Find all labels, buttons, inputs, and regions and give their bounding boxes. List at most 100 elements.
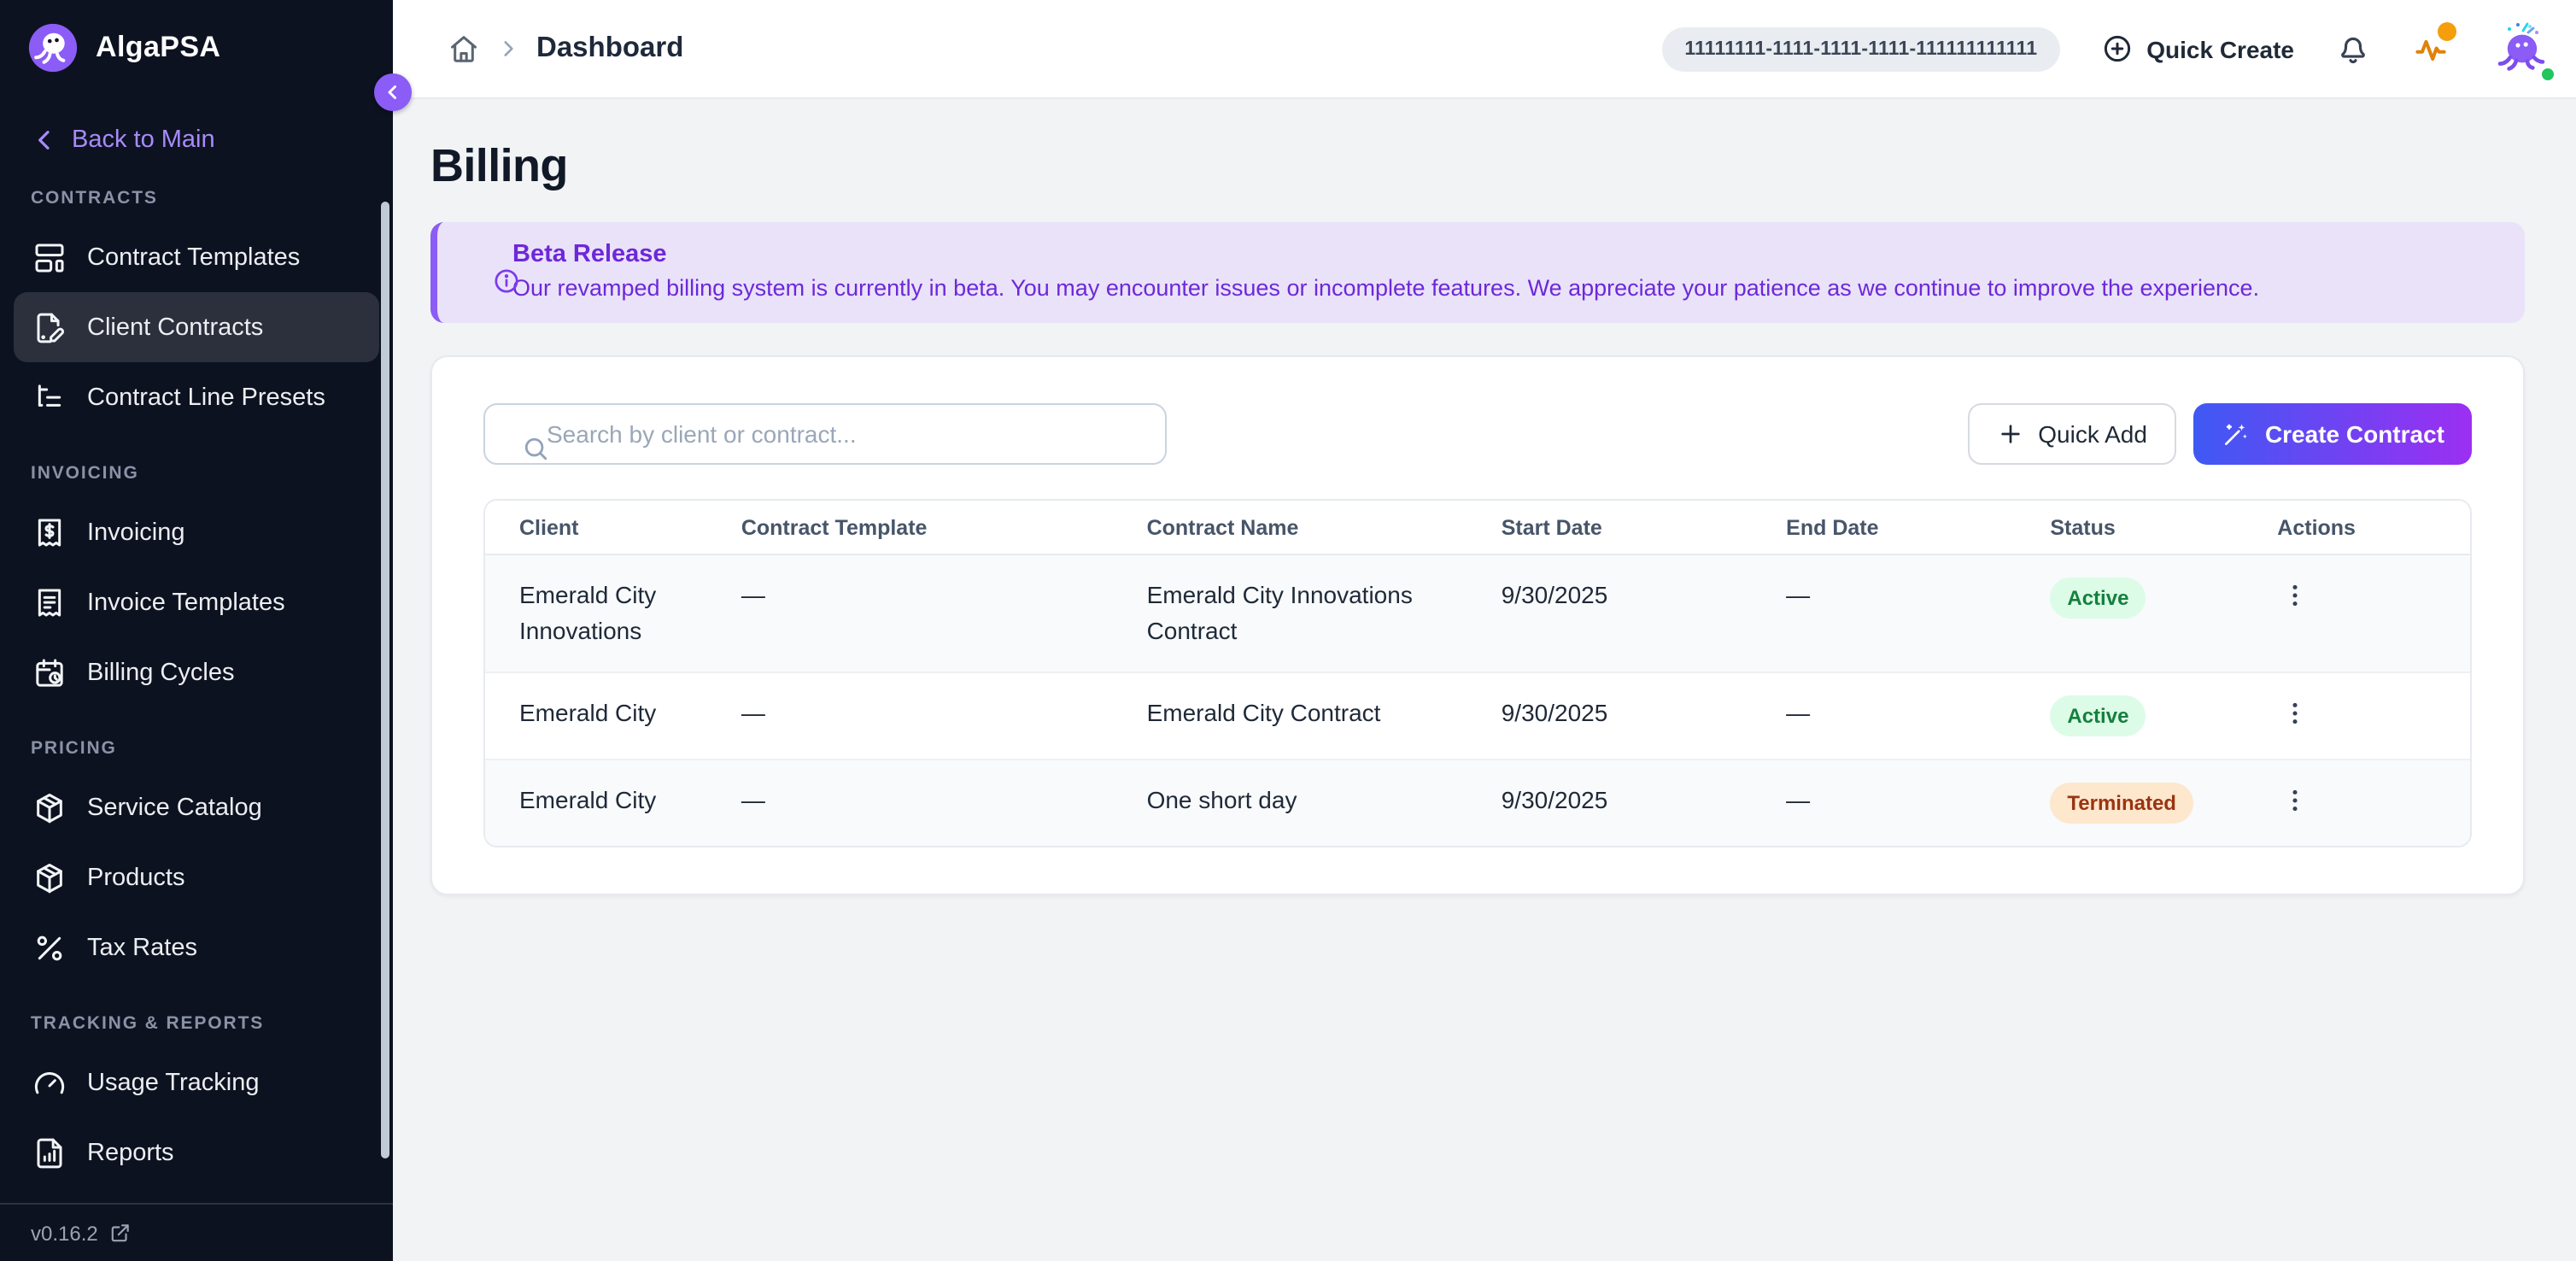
- status-badge: Active: [2050, 578, 2146, 619]
- search-input[interactable]: [483, 403, 1167, 465]
- cell-start-date: 9/30/2025: [1467, 554, 1752, 672]
- sidebar-item-products[interactable]: Products: [14, 842, 379, 912]
- home-icon[interactable]: [448, 32, 480, 65]
- beta-release-banner: Beta Release Our revamped billing system…: [430, 222, 2525, 323]
- cell-actions: [2243, 672, 2470, 760]
- sidebar-section-pricing: PRICING Service Catalog Products Tax Rates: [0, 738, 393, 982]
- section-label: TRACKING & REPORTS: [31, 1013, 362, 1034]
- sidebar-item-billing-cycles[interactable]: Billing Cycles: [14, 637, 379, 707]
- sidebar-item-client-contracts[interactable]: Client Contracts: [14, 292, 379, 362]
- sidebar-item-label: Tax Rates: [87, 934, 197, 961]
- quick-add-button[interactable]: Quick Add: [1968, 403, 2176, 465]
- activity-button[interactable]: [2412, 30, 2450, 67]
- column-header-actions: Actions: [2243, 501, 2470, 554]
- percent-icon: [32, 930, 67, 965]
- cell-contract-name: One short day: [1113, 760, 1467, 846]
- status-badge: Active: [2050, 695, 2146, 736]
- search-icon: [502, 419, 531, 448]
- create-contract-label: Create Contract: [2265, 420, 2444, 448]
- app-version: v0.16.2: [31, 1221, 98, 1245]
- table-header-row: ClientContract TemplateContract NameStar…: [485, 501, 2470, 554]
- row-actions-menu-button[interactable]: [2277, 578, 2313, 613]
- cell-start-date: 9/30/2025: [1467, 672, 1752, 760]
- chevron-left-icon: [31, 126, 58, 154]
- table-body: Emerald City Innovations—Emerald City In…: [485, 554, 2470, 846]
- sidebar-item-label: Service Catalog: [87, 794, 262, 821]
- banner-message: Our revamped billing system is currently…: [512, 275, 2494, 301]
- sidebar-item-tax-rates[interactable]: Tax Rates: [14, 912, 379, 982]
- breadcrumb-current[interactable]: Dashboard: [536, 32, 683, 65]
- sidebar-item-service-catalog[interactable]: Service Catalog: [14, 772, 379, 842]
- banner-title: Beta Release: [512, 241, 2494, 268]
- cell-actions: [2243, 760, 2470, 846]
- chevron-right-icon: [497, 38, 519, 60]
- toolbar-buttons: Quick Add Create Contract: [1968, 403, 2472, 465]
- receipt-dollar-icon: [32, 515, 67, 549]
- online-status-dot: [2540, 66, 2556, 81]
- section-label: PRICING: [31, 738, 362, 759]
- notifications-button[interactable]: [2335, 31, 2371, 67]
- external-link-icon[interactable]: [110, 1222, 132, 1244]
- section-label: CONTRACTS: [31, 188, 362, 208]
- sidebar-item-invoice-templates[interactable]: Invoice Templates: [14, 567, 379, 637]
- sidebar-scrollbar-thumb[interactable]: [381, 202, 389, 1158]
- cell-contract-name: Emerald City Innovations Contract: [1113, 554, 1467, 672]
- sidebar-item-clipped[interactable]: [14, 1188, 379, 1203]
- tenant-id-badge: 11111111-1111-1111-1111-111111111111: [1662, 26, 2059, 71]
- search-wrap: [483, 403, 1167, 465]
- sidebar-item-label: Contract Line Presets: [87, 384, 325, 411]
- cell-contract-template: —: [707, 760, 1113, 846]
- layout-template-icon: [32, 240, 67, 274]
- sidebar-item-label: Billing Cycles: [87, 659, 234, 686]
- sidebar-item-contract-line-presets[interactable]: Contract Line Presets: [14, 362, 379, 432]
- topbar-actions: 11111111-1111-1111-1111-111111111111 Qui…: [1662, 18, 2552, 79]
- cell-end-date: —: [1752, 554, 2016, 672]
- topbar: Dashboard 11111111-1111-1111-1111-111111…: [393, 0, 2576, 99]
- sidebar-section-contracts: CONTRACTS Contract Templates Client Contra…: [0, 188, 393, 432]
- sidebar-item-usage-tracking[interactable]: Usage Tracking: [14, 1047, 379, 1117]
- quick-create-button[interactable]: Quick Create: [2100, 32, 2294, 65]
- sidebar-item-label: Reports: [87, 1139, 174, 1166]
- sidebar-collapse-button[interactable]: [374, 73, 412, 111]
- receipt-text-icon: [32, 585, 67, 619]
- sidebar-item-contract-templates[interactable]: Contract Templates: [14, 222, 379, 292]
- sidebar-item-invoicing[interactable]: Invoicing: [14, 497, 379, 567]
- cell-status: Active: [2016, 672, 2243, 760]
- column-header-contract-template: Contract Template: [707, 501, 1113, 554]
- sidebar: AlgaPSA Back to Main CONTRACTS Contract T…: [0, 0, 393, 1261]
- cell-contract-template: —: [707, 672, 1113, 760]
- package-icon: [32, 790, 67, 824]
- sidebar-item-label: Usage Tracking: [87, 1069, 260, 1096]
- column-header-status: Status: [2016, 501, 2243, 554]
- contracts-toolbar: Quick Add Create Contract: [483, 403, 2472, 465]
- cell-client: Emerald City: [485, 672, 707, 760]
- create-contract-button[interactable]: Create Contract: [2193, 403, 2472, 465]
- breadcrumb: Dashboard: [448, 32, 683, 65]
- contracts-table: ClientContract TemplateContract NameStar…: [483, 499, 2472, 848]
- kebab-menu-icon: [2280, 581, 2310, 610]
- cell-end-date: —: [1752, 760, 2016, 846]
- back-to-main-label: Back to Main: [72, 126, 215, 154]
- section-label: INVOICING: [31, 463, 362, 484]
- package-icon: [32, 860, 67, 894]
- file-pen-icon: [32, 310, 67, 344]
- cell-contract-name: Emerald City Contract: [1113, 672, 1467, 760]
- row-actions-menu-button[interactable]: [2277, 783, 2313, 818]
- user-avatar[interactable]: [2491, 18, 2552, 79]
- sidebar-item-reports[interactable]: Reports: [14, 1117, 379, 1188]
- back-to-main-link[interactable]: Back to Main: [31, 126, 393, 154]
- plus-icon: [1997, 420, 2024, 448]
- octopus-logo-icon: [27, 22, 79, 73]
- cell-client: Emerald City: [485, 760, 707, 846]
- activity-badge-dot: [2438, 21, 2456, 40]
- page-title: Billing: [430, 140, 2525, 193]
- table-row: Emerald City—Emerald City Contract9/30/2…: [485, 672, 2470, 760]
- app-logo-row: AlgaPSA: [0, 0, 393, 96]
- column-header-contract-name: Contract Name: [1113, 501, 1467, 554]
- kebab-menu-icon: [2280, 786, 2310, 815]
- cell-client: Emerald City Innovations: [485, 554, 707, 672]
- quick-add-label: Quick Add: [2038, 420, 2147, 448]
- sidebar-item-label: Client Contracts: [87, 314, 263, 341]
- cell-start-date: 9/30/2025: [1467, 760, 1752, 846]
- row-actions-menu-button[interactable]: [2277, 695, 2313, 731]
